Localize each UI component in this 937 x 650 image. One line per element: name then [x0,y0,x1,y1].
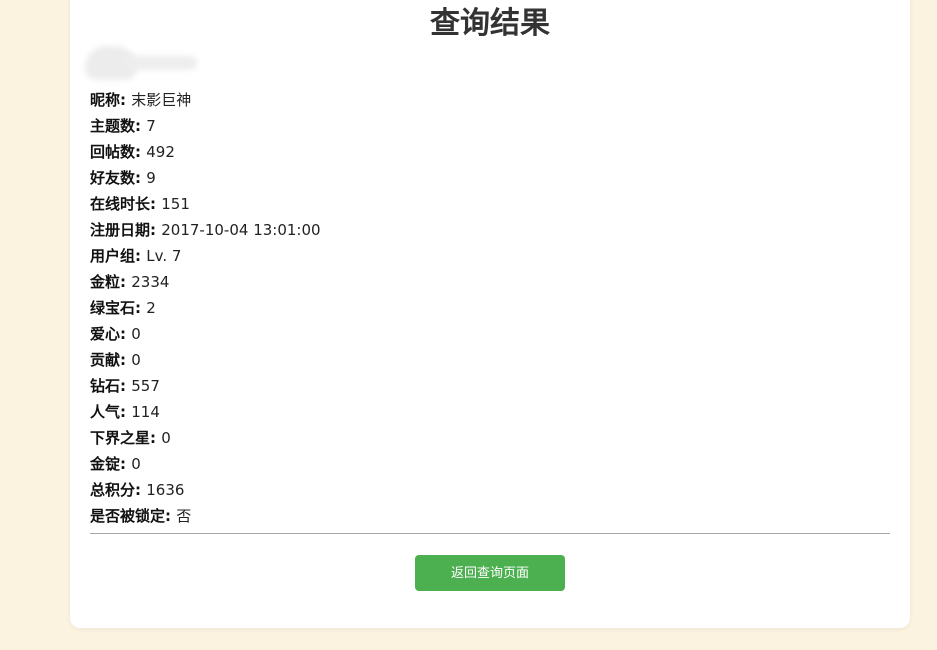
result-card: 查询结果 昵称: 末影巨神 主题数: 7 回帖数: 492 好友数: 9 在线时… [70,0,910,628]
info-row-locked: 是否被锁定: 否 [90,507,192,525]
field-label: 绿宝石 [90,299,136,317]
divider [90,533,890,534]
info-row-diamonds: 钻石: 557 [90,377,160,395]
info-row-gold-nuggets: 金粒: 2334 [90,273,170,291]
field-value: 1636 [146,481,185,499]
field-value: 0 [161,429,171,447]
info-row-popularity: 人气: 114 [90,403,160,421]
field-label: 注册日期 [90,221,151,239]
field-label: 爱心 [90,325,121,343]
field-value: 2334 [131,273,170,291]
info-row-contribution: 贡献: 0 [90,351,141,369]
info-row-nickname: 昵称: 末影巨神 [90,91,192,109]
field-label: 是否被锁定 [90,507,166,525]
field-value: 2017-10-04 13:01:00 [161,221,321,239]
avatar [85,46,197,80]
field-label: 贡献 [90,351,121,369]
page-title: 查询结果 [430,6,550,41]
field-label: 下界之星 [90,429,151,447]
info-row-emeralds: 绿宝石: 2 [90,299,156,317]
info-row-topics: 主题数: 7 [90,117,156,135]
info-row-friends: 好友数: 9 [90,169,156,187]
field-value: 否 [176,507,192,525]
info-row-replies: 回帖数: 492 [90,143,175,161]
field-value: 2 [146,299,156,317]
field-label: 主题数 [90,117,136,135]
user-info-list: 昵称: 末影巨神 主题数: 7 回帖数: 492 好友数: 9 在线时长: 15… [90,87,890,529]
field-value: 0 [131,351,141,369]
field-label: 在线时长 [90,195,151,213]
field-label: 钻石 [90,377,121,395]
field-value: 151 [161,195,190,213]
field-value: 7 [146,117,156,135]
field-value: 0 [131,455,141,473]
field-label: 用户组 [90,247,136,265]
field-label: 总积分 [90,481,136,499]
info-row-hearts: 爱心: 0 [90,325,141,343]
field-value: 末影巨神 [131,91,192,109]
field-value: 492 [146,143,175,161]
field-value: 557 [131,377,160,395]
field-label: 金锭 [90,455,121,473]
info-row-gold-ingots: 金锭: 0 [90,455,141,473]
field-label: 金粒 [90,273,121,291]
field-value: 9 [146,169,156,187]
info-row-online-time: 在线时长: 151 [90,195,190,213]
field-value: 114 [131,403,160,421]
back-to-query-button[interactable]: 返回查询页面 [415,555,565,591]
field-label: 昵称 [90,91,121,109]
field-label: 好友数 [90,169,136,187]
field-label: 回帖数 [90,143,136,161]
info-row-total-points: 总积分: 1636 [90,481,185,499]
field-label: 人气 [90,403,121,421]
field-value: Lv. 7 [146,247,182,265]
info-row-user-group: 用户组: Lv. 7 [90,247,182,265]
field-value: 0 [131,325,141,343]
info-row-register-date: 注册日期: 2017-10-04 13:01:00 [90,221,321,239]
info-row-nether-stars: 下界之星: 0 [90,429,171,447]
